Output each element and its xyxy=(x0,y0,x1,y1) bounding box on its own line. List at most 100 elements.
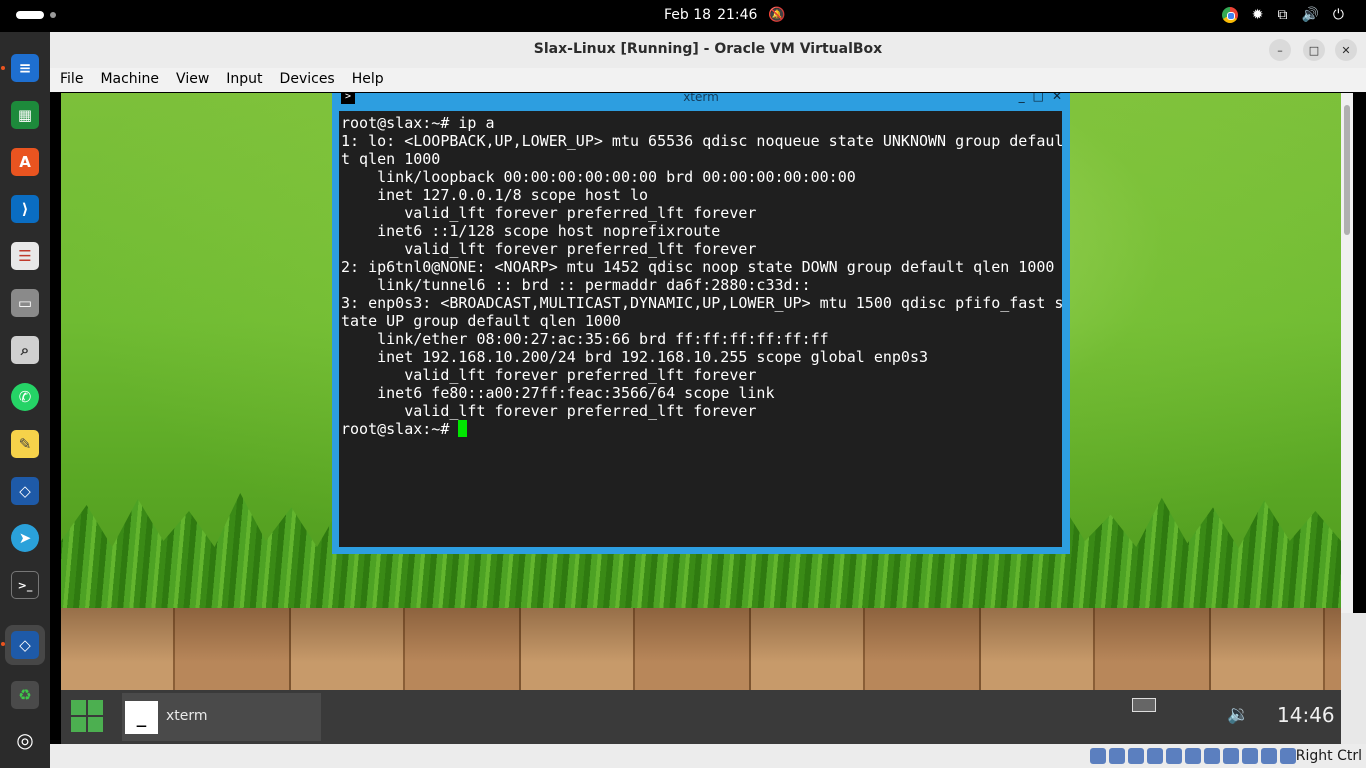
mouse-integration-icon[interactable] xyxy=(1261,748,1277,764)
terminal-line: valid_lft forever preferred_lft forever xyxy=(341,366,757,384)
workspace-indicator xyxy=(50,12,56,18)
terminal-icon: >_ xyxy=(11,571,39,599)
dock-app-center[interactable]: A xyxy=(5,142,45,182)
xterm-window[interactable]: > xterm _ □ ✕ root@slax:~# ip a 1: lo: <L… xyxy=(332,93,1070,554)
terminal-line: link/ether 08:00:27:ac:35:66 brd ff:ff:f… xyxy=(341,330,829,348)
virtualbox-title-bar[interactable]: Slax-Linux [Running] - Oracle VM Virtual… xyxy=(50,32,1366,68)
clock-date: Feb 18 xyxy=(664,7,712,23)
menu-file[interactable]: File xyxy=(50,68,90,92)
reader-icon: ☰ xyxy=(11,242,39,270)
image-viewer-icon: ⌕ xyxy=(11,336,39,364)
show-desktop-icon[interactable] xyxy=(1132,698,1156,712)
dock-vscode[interactable]: ⟩ xyxy=(5,189,45,229)
close-icon[interactable]: ✕ xyxy=(1052,93,1062,103)
virtualbox-icon: ◇ xyxy=(11,631,39,659)
xterm-title: xterm xyxy=(683,93,719,104)
system-tray[interactable]: ✹ ⧉ 🔊 ⏻ xyxy=(1221,7,1344,23)
terminal-line: root@slax:~# ip a xyxy=(341,114,495,132)
terminal-cursor xyxy=(458,420,468,437)
dock-show-apps[interactable]: ◎ xyxy=(5,720,45,760)
power-icon[interactable]: ⏻ xyxy=(1333,7,1344,23)
taskbar-item-label: xterm xyxy=(166,708,208,724)
terminal-line: 1: lo: <LOOPBACK,UP,LOWER_UP> mtu 65536 … xyxy=(341,132,1062,150)
device-status-icons xyxy=(1090,748,1296,764)
virtualbox-menu-bar: File Machine View Input Devices Help xyxy=(50,68,1366,92)
dock-terminal[interactable]: >_ xyxy=(5,565,45,605)
menu-input[interactable]: Input xyxy=(216,68,269,92)
xterm-window-controls: _ □ ✕ xyxy=(1019,93,1062,103)
terminal-line: link/tunnel6 :: brd :: permaddr da6f:288… xyxy=(341,276,811,294)
shared-folders-icon[interactable] xyxy=(1185,748,1201,764)
dock-text-editor[interactable]: ≡ xyxy=(5,48,45,88)
dock-notes[interactable]: ✎ xyxy=(5,424,45,464)
recording-icon[interactable] xyxy=(1223,748,1239,764)
start-grid-icon xyxy=(88,700,103,715)
start-grid-icon xyxy=(71,700,86,715)
dock-spreadsheet[interactable]: ▦ xyxy=(5,95,45,135)
virtualbox-status-bar: Right Ctrl xyxy=(50,744,1366,768)
terminal-line: valid_lft forever preferred_lft forever xyxy=(341,204,757,222)
dock-image-viewer[interactable]: ⌕ xyxy=(5,330,45,370)
terminal-line: inet 127.0.0.1/8 scope host lo xyxy=(341,186,649,204)
terminal-line: t qlen 1000 xyxy=(341,150,441,168)
terminal-line: inet 192.168.10.200/24 brd 192.168.10.25… xyxy=(341,348,928,366)
minimize-icon[interactable]: _ xyxy=(1019,93,1025,103)
network-icon[interactable]: ⧉ xyxy=(1277,7,1287,23)
maximize-button[interactable]: □ xyxy=(1303,39,1325,61)
volume-icon[interactable]: 🔊 xyxy=(1301,7,1318,23)
app-center-icon: A xyxy=(11,148,39,176)
network-adapter-icon[interactable] xyxy=(1147,748,1163,764)
vm-vertical-scrollbar[interactable] xyxy=(1341,93,1353,613)
terminal-line: valid_lft forever preferred_lft forever xyxy=(341,402,757,420)
telegram-icon: ➤ xyxy=(11,524,39,552)
cpu-icon[interactable] xyxy=(1242,748,1258,764)
chrome-icon[interactable] xyxy=(1221,7,1238,23)
menu-machine[interactable]: Machine xyxy=(90,68,166,92)
menu-view[interactable]: View xyxy=(166,68,216,92)
terminal-line: inet6 ::1/128 scope host noprefixroute xyxy=(341,222,721,240)
terminal-output[interactable]: root@slax:~# ip a 1: lo: <LOOPBACK,UP,LOW… xyxy=(339,111,1062,547)
dock-files[interactable]: ▭ xyxy=(5,283,45,323)
minimize-button[interactable]: – xyxy=(1269,39,1291,61)
terminal-prompt-line[interactable]: root@slax:~# xyxy=(341,420,1062,438)
slax-taskbar: _ xterm 🔉 14:46 xyxy=(61,690,1341,744)
scrollbar-thumb[interactable] xyxy=(1344,105,1350,235)
terminal-line: tate UP group default qlen 1000 xyxy=(341,312,621,330)
slax-clock: 14:46 xyxy=(1277,703,1335,727)
display-icon[interactable] xyxy=(1204,748,1220,764)
taskbar-item-xterm[interactable]: _ xterm xyxy=(122,693,321,741)
dock-whatsapp[interactable]: ✆ xyxy=(5,377,45,417)
date-time-clock[interactable]: Feb 18 21:46 xyxy=(664,7,763,23)
terminal-prompt: root@slax:~# xyxy=(341,420,459,438)
host-key-label: Right Ctrl xyxy=(1295,748,1362,764)
terminal-line: link/loopback 00:00:00:00:00:00 brd 00:0… xyxy=(341,168,856,186)
volume-icon[interactable]: 🔉 xyxy=(1227,704,1249,725)
dock-telegram[interactable]: ➤ xyxy=(5,518,45,558)
keyboard-capture-icon[interactable] xyxy=(1280,748,1296,764)
maximize-icon[interactable]: □ xyxy=(1033,93,1044,103)
terminal-line: valid_lft forever preferred_lft forever xyxy=(341,240,757,258)
optical-drive-icon[interactable] xyxy=(1109,748,1125,764)
start-grid-icon xyxy=(71,717,86,732)
xterm-title-bar[interactable]: > xterm _ □ ✕ xyxy=(332,93,1070,104)
dock-reader[interactable]: ☰ xyxy=(5,236,45,276)
hard-disk-icon[interactable] xyxy=(1090,748,1106,764)
audio-icon[interactable] xyxy=(1128,748,1144,764)
notes-icon: ✎ xyxy=(11,430,39,458)
text-editor-icon: ≡ xyxy=(11,54,39,82)
trash-icon: ♻ xyxy=(11,681,39,709)
dock-trash[interactable]: ♻ xyxy=(5,675,45,715)
vm-display[interactable]: > xterm _ □ ✕ root@slax:~# ip a 1: lo: <L… xyxy=(61,93,1341,744)
slax-start-button[interactable] xyxy=(71,700,103,732)
dock-virtualbox[interactable]: ◇ xyxy=(5,471,45,511)
system-top-bar: Feb 18 21:46 🔕 ✹ ⧉ 🔊 ⏻ xyxy=(0,0,1366,32)
brightness-icon[interactable]: ✹ xyxy=(1252,7,1264,23)
menu-help[interactable]: Help xyxy=(342,68,391,92)
usb-icon[interactable] xyxy=(1166,748,1182,764)
ubuntu-logo-icon: ◎ xyxy=(16,728,34,752)
activities-indicator[interactable] xyxy=(16,11,56,19)
dock-virtualbox-running[interactable]: ◇ xyxy=(5,625,45,665)
close-button[interactable]: ✕ xyxy=(1335,39,1357,61)
menu-devices[interactable]: Devices xyxy=(270,68,342,92)
do-not-disturb-icon: 🔕 xyxy=(768,7,786,23)
